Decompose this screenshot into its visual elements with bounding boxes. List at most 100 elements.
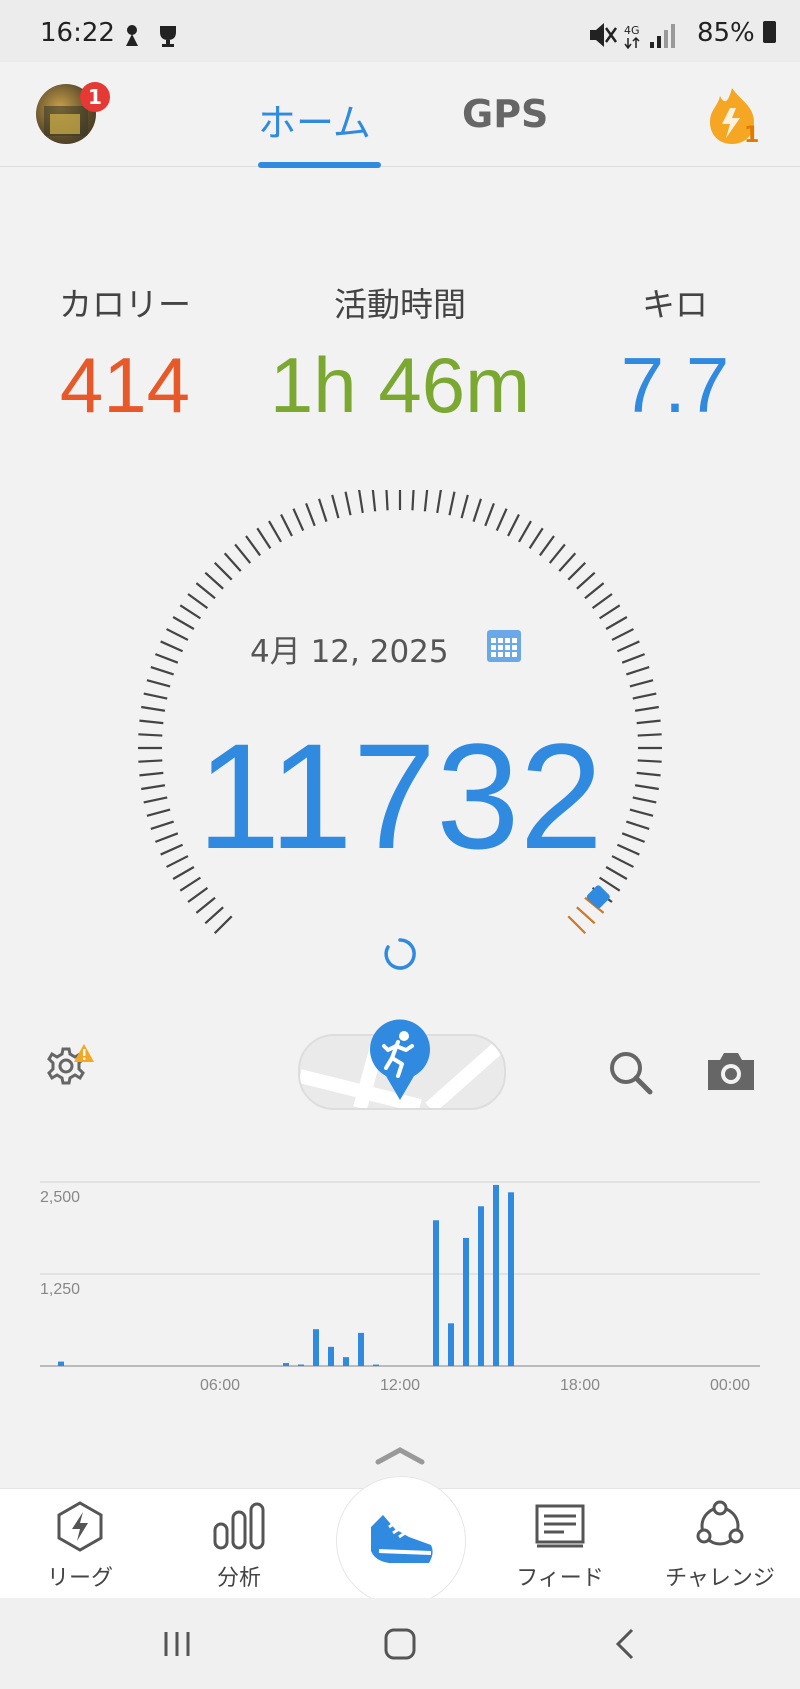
gauge-tick — [626, 665, 650, 676]
gauge-tick — [146, 679, 171, 688]
chart-bar — [433, 1220, 439, 1366]
chart-bar — [343, 1357, 349, 1366]
y-tick-label: 2,500 — [40, 1189, 80, 1206]
x-tick-label: 12:00 — [380, 1377, 420, 1394]
expand-chevron-up-icon[interactable] — [374, 1444, 426, 1466]
gauge-tick — [584, 582, 605, 600]
gauge-tick — [448, 491, 456, 516]
gauge-tick — [518, 520, 532, 543]
network-type: 4G — [624, 24, 640, 37]
status-time: 16:22 — [40, 18, 115, 48]
search-icon[interactable] — [606, 1048, 654, 1096]
gauge-tick — [539, 535, 555, 557]
gauge-tick — [507, 514, 520, 537]
streak-count: 1 — [744, 123, 759, 146]
back-button-icon[interactable] — [612, 1626, 638, 1662]
chart-bar — [358, 1332, 364, 1366]
runner-location-pin-icon[interactable] — [366, 1018, 434, 1102]
chart-bar — [328, 1346, 334, 1366]
gauge-tick — [195, 582, 216, 600]
gauge-tick — [331, 494, 340, 519]
league-bolt-icon — [57, 1501, 103, 1552]
nav-challenge[interactable]: チャレンジ — [645, 1500, 795, 1592]
gauge-tick — [423, 490, 429, 512]
nav-label: チャレンジ — [665, 1566, 775, 1591]
chart-bar — [298, 1364, 304, 1366]
gauge-tick — [292, 508, 305, 532]
chart-bar — [58, 1361, 64, 1366]
nav-label: 分析 — [216, 1566, 261, 1591]
gauge-tick — [268, 520, 282, 543]
nav-analytics[interactable]: 分析 — [164, 1500, 314, 1592]
gauge-tick — [204, 571, 224, 590]
chart-bar — [283, 1363, 289, 1366]
status-signal-icons: 4G — [590, 23, 675, 50]
gauge-tick — [558, 552, 577, 572]
y-tick-label: 1,250 — [40, 1281, 80, 1298]
gauge-tick — [576, 571, 596, 590]
camera-icon[interactable] — [706, 1050, 756, 1092]
distance-label: キロ — [642, 285, 708, 324]
system-nav-bar — [0, 1598, 800, 1689]
x-tick-label: 00:00 — [710, 1377, 750, 1394]
gauge-tick — [495, 508, 508, 532]
analytics-bars-icon — [213, 1502, 265, 1550]
gauge-tick — [472, 498, 483, 522]
gauge-tick — [385, 490, 389, 511]
gauge-tick — [166, 628, 189, 641]
chart-bar — [478, 1206, 484, 1366]
gauge-tick — [195, 896, 216, 914]
chart-bar — [463, 1237, 469, 1366]
home-button-icon[interactable] — [382, 1626, 418, 1662]
recent-apps-icon[interactable] — [160, 1628, 194, 1660]
gauge-tick — [358, 490, 364, 514]
sync-spinner-icon — [384, 938, 416, 970]
tab-gps[interactable]: GPS — [462, 92, 548, 136]
distance-value: 7.7 — [620, 341, 730, 429]
gauge-tick — [172, 616, 195, 630]
gauge-tick — [567, 915, 587, 935]
gauge-tick — [576, 906, 596, 925]
date-label[interactable]: 4月 12, 2025 — [250, 626, 449, 671]
active-tab-indicator — [258, 162, 381, 168]
challenge-icon — [696, 1500, 744, 1546]
status-bar: 16:22 4G 85% — [0, 0, 800, 62]
gauge-tick — [436, 490, 442, 514]
nav-feed[interactable]: フィード — [485, 1500, 635, 1592]
nav-league[interactable]: リーグ — [5, 1500, 155, 1592]
gauge-tick — [484, 503, 495, 527]
chart-bars — [58, 1184, 514, 1366]
active-time-label: 活動時間 — [334, 285, 466, 324]
gauge-tick — [599, 604, 621, 620]
gauge-tick — [150, 665, 174, 676]
gauge-tick — [223, 552, 242, 572]
gauge-tick — [528, 527, 544, 549]
notification-badge: 1 — [80, 82, 110, 112]
gauge-tick — [411, 490, 415, 511]
shoe-icon — [371, 1515, 433, 1563]
chart-bar — [373, 1364, 379, 1366]
gauge-tick — [621, 653, 645, 664]
gauge-tick — [629, 679, 654, 688]
chart-bar — [508, 1192, 514, 1366]
calendar-icon[interactable] — [486, 628, 522, 664]
nav-walk-button[interactable] — [336, 1476, 466, 1606]
x-tick-label: 06:00 — [200, 1377, 240, 1394]
battery-level: 85% — [697, 18, 776, 48]
settings-gear-icon[interactable] — [44, 1040, 96, 1090]
streak-flame-icon[interactable]: 1 — [704, 84, 760, 146]
chart-bar — [448, 1323, 454, 1366]
gauge-tick — [371, 490, 377, 512]
gauge-tick — [187, 593, 209, 609]
gauge-tick — [245, 535, 261, 557]
nav-label: フィード — [516, 1566, 604, 1591]
gauge-tick — [605, 616, 628, 630]
gauge-tick — [179, 604, 201, 620]
hourly-steps-chart: 2,500 1,250 06:00 12:00 18:00 00:00 — [40, 1181, 760, 1394]
x-tick-label: 18:00 — [560, 1377, 600, 1394]
gauge-tick — [616, 640, 640, 653]
gauge-tick — [280, 514, 293, 537]
gauge-tick — [187, 887, 209, 903]
feed-icon — [535, 1504, 585, 1548]
tab-home[interactable]: ホーム — [258, 92, 371, 147]
